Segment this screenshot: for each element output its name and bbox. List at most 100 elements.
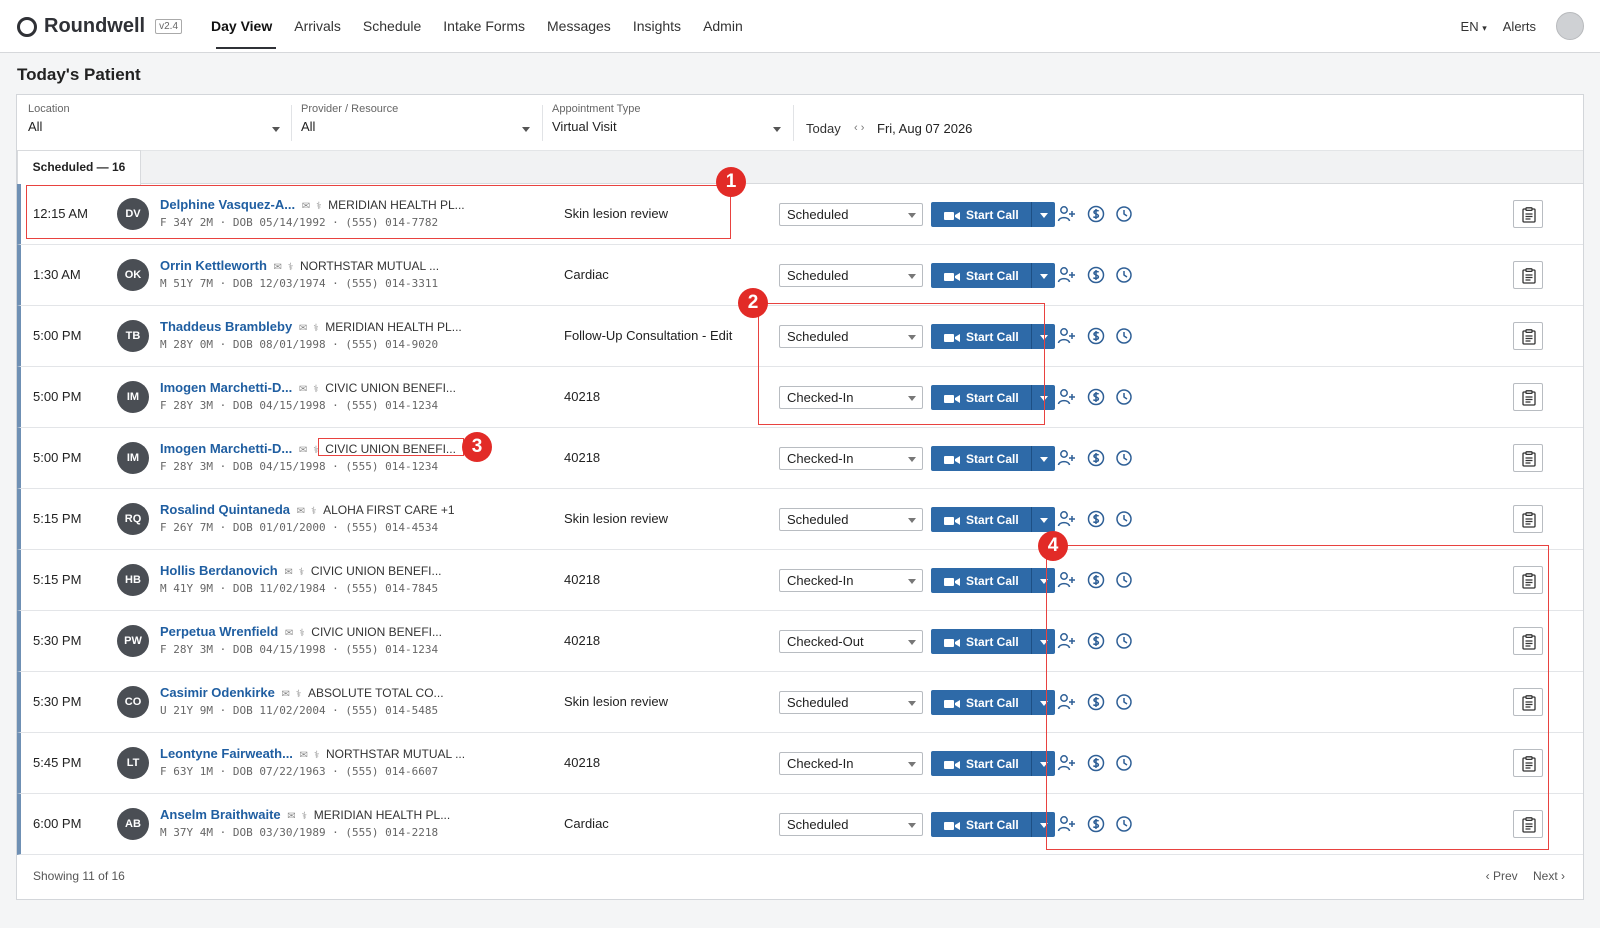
message-icon: ✉ xyxy=(287,811,296,822)
start-call-button[interactable]: Start Call xyxy=(931,690,1055,715)
patient-avatar[interactable]: LT xyxy=(117,747,149,779)
nav-arrivals[interactable]: Arrivals xyxy=(283,0,352,53)
table-row[interactable]: 1:30 AM OK Orrin Kettleworth ✉ ⚕ NORTHSTA… xyxy=(17,245,1583,306)
start-call-button[interactable]: Start Call xyxy=(931,202,1055,227)
filter-divider xyxy=(542,105,543,141)
add-user-icon[interactable] xyxy=(1057,204,1077,224)
annotation-marker-2: 2 xyxy=(738,288,768,318)
start-call-menu-toggle[interactable] xyxy=(1031,202,1055,227)
nav-messages[interactable]: Messages xyxy=(536,0,622,53)
patient-name-link[interactable]: Leontyne Fairweath... xyxy=(160,746,293,761)
start-call-menu-toggle[interactable] xyxy=(1031,507,1055,532)
status-select[interactable]: Scheduled xyxy=(779,508,923,531)
appointment-type-filter[interactable]: Appointment Type Virtual Visit xyxy=(552,103,781,143)
clock-icon[interactable] xyxy=(1114,326,1134,346)
clipboard-button[interactable] xyxy=(1513,322,1543,350)
patient-avatar[interactable]: OK xyxy=(117,259,149,291)
clipboard-button[interactable] xyxy=(1513,505,1543,533)
patient-avatar[interactable]: IM xyxy=(117,442,149,474)
clock-icon[interactable] xyxy=(1114,265,1134,285)
language-selector[interactable]: EN ▾ xyxy=(1461,19,1487,34)
status-select[interactable]: Scheduled xyxy=(779,691,923,714)
billing-icon[interactable] xyxy=(1086,204,1106,224)
date-nav-arrows[interactable]: ‹ › xyxy=(854,122,864,134)
patient-name-link[interactable]: Imogen Marchetti-D... xyxy=(160,380,292,395)
patient-avatar[interactable]: IM xyxy=(117,381,149,413)
status-select[interactable]: Scheduled xyxy=(779,203,923,226)
billing-icon[interactable] xyxy=(1086,387,1106,407)
clipboard-button[interactable] xyxy=(1513,200,1543,228)
start-call-button[interactable]: Start Call xyxy=(931,263,1055,288)
table-row[interactable]: 5:15 PM RQ Rosalind Quintaneda ✉ ⚕ ALOHA … xyxy=(17,489,1583,550)
clock-icon[interactable] xyxy=(1114,204,1134,224)
nav-schedule[interactable]: Schedule xyxy=(352,0,432,53)
start-call-button[interactable]: Start Call xyxy=(931,812,1055,837)
patient-avatar[interactable]: PW xyxy=(117,625,149,657)
tab-scheduled[interactable]: Scheduled — 16 xyxy=(17,150,141,185)
insurance-icon: ⚕ xyxy=(313,384,319,395)
app-logo[interactable]: Roundwell v2.4 xyxy=(17,15,183,38)
clock-icon[interactable] xyxy=(1114,448,1134,468)
insurance-icon: ⚕ xyxy=(287,262,294,273)
prev-page-button[interactable]: ‹ Prev xyxy=(1486,869,1518,883)
alerts-link[interactable]: Alerts xyxy=(1503,19,1536,34)
appointment-time: 5:45 PM xyxy=(33,755,82,770)
patient-avatar[interactable]: CO xyxy=(117,686,149,718)
table-row[interactable]: 5:00 PM IM Imogen Marchetti-D... ✉ ⚕ CIVI… xyxy=(17,428,1583,489)
patient-name-link[interactable]: Orrin Kettleworth xyxy=(160,258,267,273)
patient-avatar[interactable]: HB xyxy=(117,564,149,596)
add-user-icon[interactable] xyxy=(1057,448,1077,468)
start-call-button[interactable]: Start Call xyxy=(931,751,1055,776)
add-user-icon[interactable] xyxy=(1057,326,1077,346)
add-user-icon[interactable] xyxy=(1057,387,1077,407)
status-select[interactable]: Checked-In xyxy=(779,447,923,470)
start-call-button[interactable]: Start Call xyxy=(931,568,1055,593)
clock-icon[interactable] xyxy=(1114,509,1134,529)
annotation-marker-4: 4 xyxy=(1038,531,1068,561)
start-call-menu-toggle[interactable] xyxy=(1031,263,1055,288)
patient-name-link[interactable]: Anselm Braithwaite xyxy=(160,807,281,822)
add-user-icon[interactable] xyxy=(1057,265,1077,285)
message-icon: ✉ xyxy=(296,506,306,517)
start-call-menu-toggle[interactable] xyxy=(1031,446,1055,471)
user-avatar[interactable] xyxy=(1556,12,1584,40)
start-call-button[interactable]: Start Call xyxy=(931,507,1055,532)
status-select[interactable]: Checked-In xyxy=(779,569,923,592)
billing-icon[interactable] xyxy=(1086,509,1106,529)
patient-avatar[interactable]: RQ xyxy=(117,503,149,535)
patient-name-link[interactable]: Rosalind Quintaneda xyxy=(160,502,290,517)
start-call-button[interactable]: Start Call xyxy=(931,446,1055,471)
start-call-button[interactable]: Start Call xyxy=(931,629,1055,654)
clipboard-button[interactable] xyxy=(1513,444,1543,472)
patient-name-link[interactable]: Imogen Marchetti-D... xyxy=(160,441,292,456)
billing-icon[interactable] xyxy=(1086,448,1106,468)
insurance-name: CIVIC UNION BENEFI... xyxy=(311,625,442,639)
appointment-time: 5:30 PM xyxy=(33,694,82,709)
patient-name-link[interactable]: Thaddeus Brambleby xyxy=(160,319,292,334)
patient-name-link[interactable]: Casimir Odenkirke xyxy=(160,685,275,700)
patient-name-link[interactable]: Perpetua Wrenfield xyxy=(160,624,278,639)
patient-avatar[interactable]: AB xyxy=(117,808,149,840)
status-select[interactable]: Checked-In xyxy=(779,752,923,775)
status-select[interactable]: Scheduled xyxy=(779,264,923,287)
billing-icon[interactable] xyxy=(1086,326,1106,346)
nav-intake-forms[interactable]: Intake Forms xyxy=(432,0,536,53)
status-select[interactable]: Scheduled xyxy=(779,813,923,836)
selected-date[interactable]: Fri, Aug 07 2026 xyxy=(877,121,972,136)
next-page-button[interactable]: Next › xyxy=(1533,869,1565,883)
nav-admin[interactable]: Admin xyxy=(692,0,754,53)
today-button[interactable]: Today xyxy=(806,121,841,136)
add-user-icon[interactable] xyxy=(1057,509,1077,529)
provider-filter[interactable]: Provider / Resource All xyxy=(301,103,530,143)
chevron-down-icon xyxy=(908,640,916,645)
patient-name-link[interactable]: Hollis Berdanovich xyxy=(160,563,278,578)
billing-icon[interactable] xyxy=(1086,265,1106,285)
location-filter[interactable]: Location All xyxy=(28,103,280,143)
nav-day-view[interactable]: Day View xyxy=(200,0,283,53)
clipboard-button[interactable] xyxy=(1513,261,1543,289)
status-select[interactable]: Checked-Out xyxy=(779,630,923,653)
patient-avatar[interactable]: TB xyxy=(117,320,149,352)
nav-insights[interactable]: Insights xyxy=(622,0,692,53)
clipboard-button[interactable] xyxy=(1513,383,1543,411)
clock-icon[interactable] xyxy=(1114,387,1134,407)
